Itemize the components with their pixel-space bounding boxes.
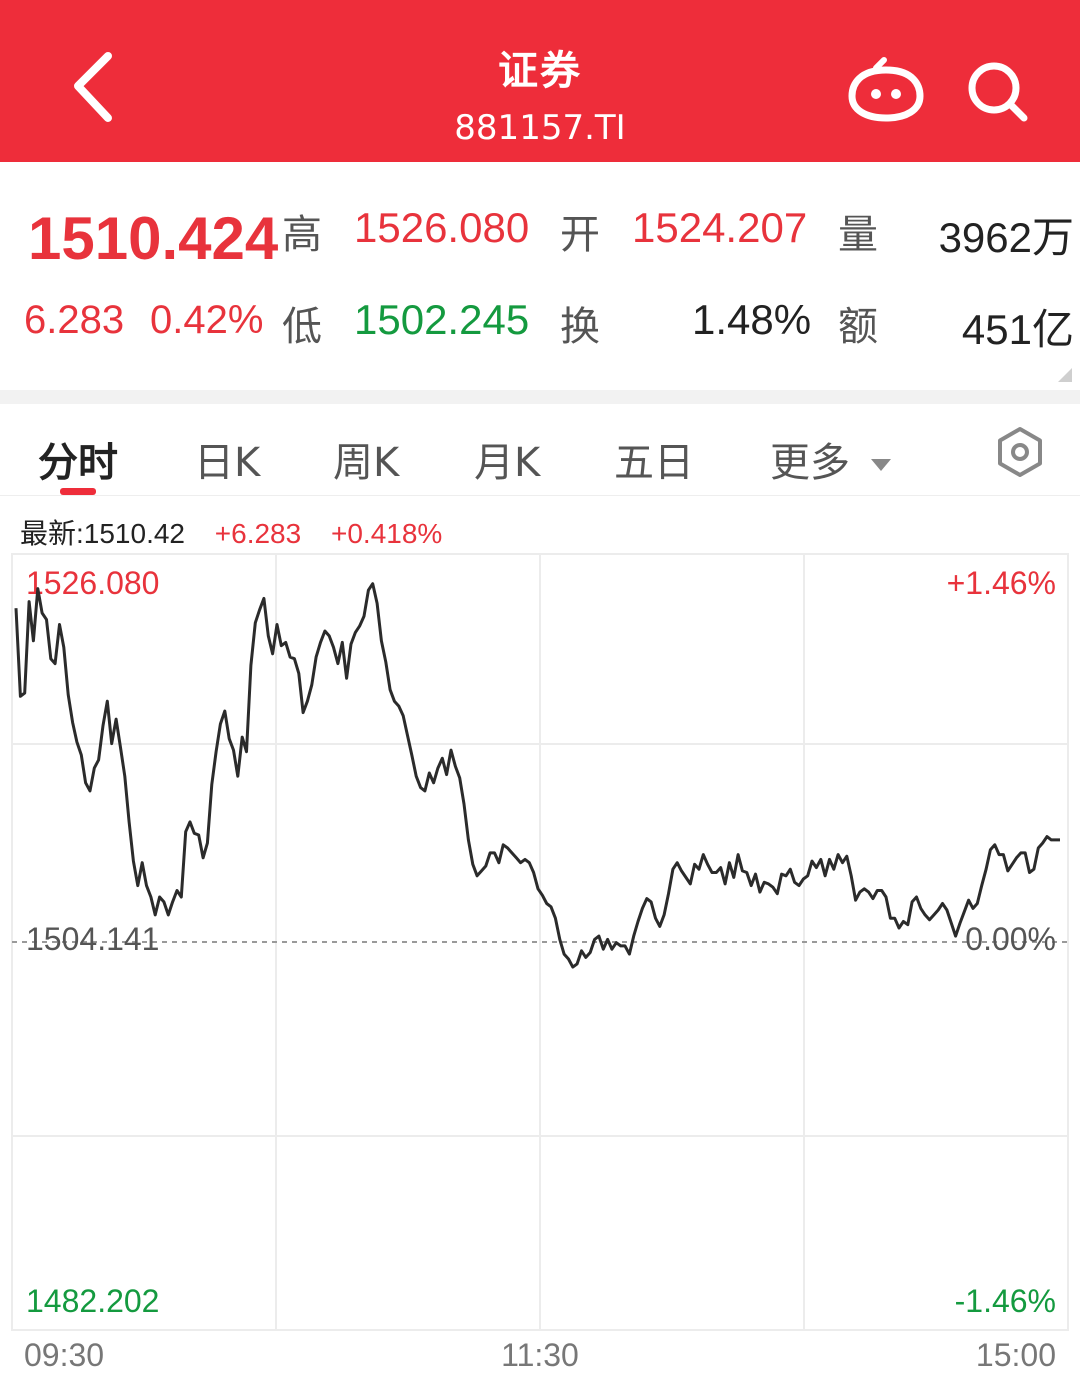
- search-button[interactable]: [962, 56, 1034, 128]
- price-change: 6.283: [24, 298, 125, 342]
- y-label-mid-left: 1504.141: [26, 921, 159, 957]
- y-label-bottom-right: -1.46%: [955, 1283, 1056, 1319]
- caret-down-icon: [870, 459, 891, 471]
- x-label-close: 15:00: [976, 1337, 1056, 1373]
- active-tab-indicator: [60, 488, 96, 495]
- tab-more[interactable]: 更多: [770, 430, 893, 488]
- assistant-button[interactable]: [846, 54, 926, 126]
- last-price: 1510.424: [28, 205, 279, 272]
- turnover-label: 换: [560, 304, 600, 350]
- y-label-top-left: 1526.080: [26, 565, 159, 601]
- robot-assistant-icon: [848, 57, 924, 122]
- open-label: 开: [560, 212, 600, 258]
- tab-monthly-k[interactable]: 月K: [474, 430, 540, 488]
- x-label-open: 09:30: [24, 1337, 104, 1373]
- chart-grid: [11, 553, 1069, 1331]
- y-label-bottom-left: 1482.202: [26, 1283, 159, 1319]
- price-change-percent: 0.42%: [150, 298, 264, 342]
- amount-value: 451亿: [961, 306, 1074, 353]
- search-icon: [968, 62, 1028, 122]
- low-value: 1502.245: [354, 296, 530, 343]
- tab-five-day[interactable]: 五日: [614, 430, 694, 488]
- intraday-chart[interactable]: 1526.080 +1.46% 1504.141 0.00% 1482.202 …: [0, 548, 1080, 1378]
- tab-daily-k[interactable]: 日K: [194, 430, 260, 488]
- high-label: 高: [282, 212, 322, 258]
- volume-value: 3962万: [938, 214, 1074, 261]
- price-line-layer: [14, 582, 1060, 969]
- expand-corner-icon[interactable]: [1054, 366, 1074, 384]
- quote-panel: 1510.424 6.283 0.42% 高 1526.080 低 1502.2…: [0, 162, 1080, 390]
- open-value: 1524.207: [632, 204, 808, 251]
- period-tabs: 分时 日K 周K 月K 五日 更多: [0, 404, 1080, 496]
- y-label-top-right: +1.46%: [947, 565, 1056, 601]
- amount-label: 额: [838, 304, 878, 350]
- tab-more-label: 更多: [770, 440, 850, 486]
- volume-label: 量: [838, 212, 878, 258]
- tab-intraday[interactable]: 分时: [38, 430, 118, 488]
- latest-change-percent: +0.418%: [330, 518, 443, 549]
- y-label-mid-right: 0.00%: [965, 921, 1056, 957]
- latest-info-bar: 最新:1510.42 +6.283 +0.418%: [20, 512, 464, 552]
- x-label-midday: 11:30: [501, 1337, 579, 1373]
- turnover-value: 1.48%: [692, 296, 812, 343]
- section-divider: [0, 390, 1080, 404]
- app-header: 证券 881157.TI: [0, 0, 1080, 162]
- chart-settings-button[interactable]: [994, 426, 1046, 478]
- tab-weekly-k[interactable]: 周K: [333, 430, 399, 488]
- latest-change: +6.283: [214, 518, 302, 549]
- price-line: [14, 582, 1060, 969]
- high-value: 1526.080: [354, 204, 530, 251]
- low-label: 低: [282, 304, 322, 350]
- latest-price-label: 最新:1510.42: [20, 518, 185, 549]
- hexagon-settings-icon: [998, 427, 1042, 477]
